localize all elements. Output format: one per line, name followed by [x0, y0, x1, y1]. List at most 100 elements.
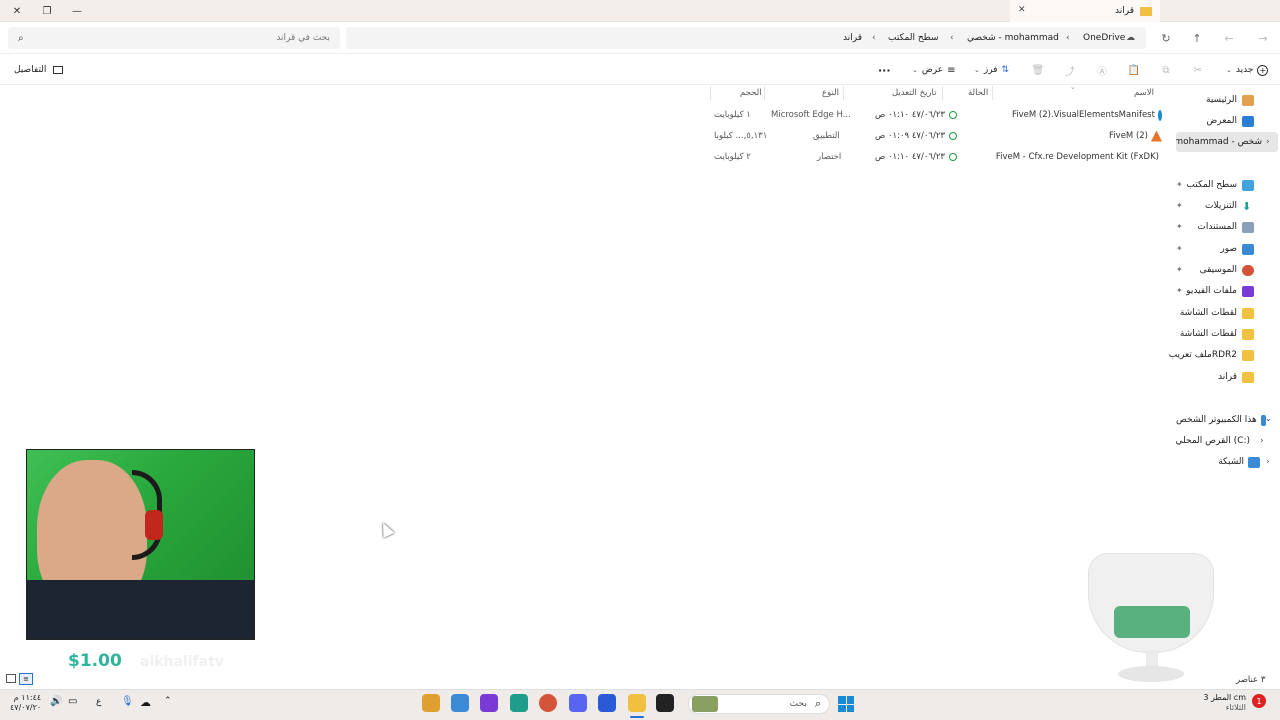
minimize-window-button[interactable]: — — [62, 0, 92, 22]
sidebar-item-pictures[interactable]: صور — [1094, 240, 1254, 258]
display-icon[interactable]: ▭ — [68, 696, 77, 707]
breadcrumb-item[interactable]: قراند — [843, 27, 862, 49]
forward-arrow-icon[interactable]: → — [1252, 27, 1274, 49]
chevron-left-icon: ‹ — [872, 33, 876, 43]
sidebar-item-local-disk[interactable]: القرص المحلي (C:) — [1176, 432, 1254, 450]
share-icon[interactable]: ⤴ — [1062, 62, 1078, 78]
sidebar-item-documents[interactable]: المستندات — [1094, 218, 1254, 236]
file-modified: ٤٧/٠٦/٢٣ ٠١:١٠ ص — [875, 110, 945, 120]
taskbar-app-icon[interactable] — [510, 694, 528, 712]
pin-icon[interactable]: ✦ — [1176, 201, 1186, 210]
sidebar-item-this-pc[interactable]: هذا الكمبيوتر الشخص — [1176, 411, 1266, 429]
notification-badge[interactable]: 1 — [1252, 694, 1266, 708]
chevron-left-icon: ‹ — [1066, 33, 1070, 43]
list-view-icon[interactable]: ≡ — [19, 673, 33, 685]
sort-button[interactable]: ⌄ فرز ⇅ — [974, 62, 1009, 78]
copy-icon[interactable]: ⧉ — [1158, 62, 1174, 78]
pin-icon[interactable]: ✦ — [1176, 180, 1186, 189]
discord-icon[interactable] — [569, 694, 587, 712]
download-icon: ⬇ — [1242, 199, 1252, 213]
delete-icon[interactable]: 🗑 — [1030, 62, 1046, 78]
column-header-size[interactable]: الحجم — [740, 86, 762, 100]
table-row[interactable]: FiveM - Cfx.re Development Kit (FxDK) ٤٧… — [710, 147, 1162, 167]
folder-icon — [1242, 328, 1254, 340]
sidebar-item-videos[interactable]: ملفات الفيديو — [1094, 282, 1254, 300]
start-button[interactable] — [838, 696, 854, 712]
expand-chevron-icon[interactable]: › — [1266, 457, 1270, 467]
pin-icon[interactable]: ✦ — [1176, 222, 1186, 231]
sidebar-item-screenshots[interactable]: لقطات الشاشة — [1094, 304, 1254, 322]
expand-chevron-icon[interactable]: › — [1266, 137, 1270, 147]
language-indicator[interactable]: ع — [96, 697, 101, 707]
sidebar-item-music[interactable]: الموسيقى — [1094, 261, 1254, 279]
collapse-chevron-icon[interactable]: ⌄ — [1265, 414, 1272, 423]
column-header-modified[interactable]: تاريخ التعديل — [892, 86, 937, 100]
more-options-button[interactable]: ··· — [878, 62, 891, 78]
up-arrow-icon[interactable]: ↑ — [1186, 27, 1208, 49]
webcam-overlay — [26, 449, 255, 640]
chrome-icon[interactable] — [539, 694, 557, 712]
sidebar-item-grand[interactable]: قراند — [1094, 368, 1254, 386]
column-header-name[interactable]: الاسم — [1134, 86, 1154, 100]
pin-icon[interactable]: ✦ — [1176, 286, 1186, 295]
microphone-icon[interactable]: 🎙 — [121, 696, 134, 707]
new-button[interactable]: ⌄ جديد + — [1226, 62, 1269, 78]
folder-icon — [1242, 371, 1254, 383]
refresh-icon[interactable]: ↻ — [1155, 27, 1177, 49]
details-pane-icon — [53, 66, 64, 74]
volume-icon[interactable]: 🔊 — [50, 696, 62, 707]
clock[interactable]: ١١:٤٤ م ٤٧/٠٧/٢٠ — [10, 693, 41, 713]
view-button[interactable]: ⌄ عرض ≡ — [912, 62, 955, 78]
table-row[interactable]: FiveM (2) ٤٧/٠٦/٢٣ ٠١:٠٩ ص التطبيق ٥,١٣١… — [710, 126, 1162, 146]
search-input[interactable]: ⌕ بحث في قراند — [8, 27, 340, 49]
video-icon — [1242, 285, 1254, 297]
weather-widget[interactable]: المطر 3 cm الثلاثاء — [1186, 693, 1246, 713]
sidebar-item-desktop[interactable]: سطح المكتب — [1094, 176, 1254, 194]
tab-active[interactable]: ✕ قراند — [1010, 0, 1160, 22]
pin-icon[interactable]: ✦ — [1176, 265, 1186, 274]
folder-icon — [1140, 6, 1152, 16]
close-tab-icon[interactable]: ✕ — [1018, 5, 1026, 15]
close-window-button[interactable]: ✕ — [2, 0, 32, 22]
sidebar-item-network[interactable]: الشبكة — [1176, 453, 1260, 471]
rename-icon[interactable]: Ⓐ — [1094, 62, 1110, 78]
details-button[interactable]: التفاصيل — [14, 62, 64, 78]
breadcrumb-item[interactable]: OneDrive — [1083, 27, 1125, 49]
breadcrumb-item[interactable]: سطح المكتب — [888, 27, 939, 49]
column-header-status[interactable]: الحالة — [968, 86, 988, 100]
breadcrumb-item[interactable]: شخصي - mohammad — [967, 27, 1059, 49]
paste-icon[interactable]: 📋 — [1126, 62, 1142, 78]
restore-window-button[interactable]: ❐ — [32, 0, 62, 22]
back-arrow-icon[interactable]: ← — [1218, 27, 1240, 49]
file-size: ٥,١٣١,... كيلوبا — [714, 131, 768, 141]
search-icon: ⌕ — [814, 697, 821, 710]
pictures-icon — [1242, 243, 1254, 255]
terminal-icon[interactable] — [656, 694, 674, 712]
details-view-icon[interactable] — [6, 674, 16, 683]
glass-contents — [1114, 606, 1190, 638]
table-row[interactable]: FiveM (2).VisualElementsManifest ٤٧/٠٦/٢… — [710, 105, 1162, 125]
sidebar-item-screenshots-2[interactable]: لقطات الشاشة — [1094, 325, 1254, 343]
folder-icon — [1242, 349, 1254, 361]
onedrive-tray-icon[interactable]: ☁ — [140, 696, 151, 709]
item-count: ٣ عناصر — [1236, 675, 1266, 685]
cut-icon[interactable]: ✂ — [1190, 62, 1206, 78]
taskbar-app-icon[interactable] — [451, 694, 469, 712]
mouse-cursor-icon — [377, 520, 395, 538]
pin-icon[interactable]: ✦ — [1176, 244, 1186, 253]
file-explorer-icon[interactable] — [628, 694, 646, 712]
sidebar-item-rdr2[interactable]: ملف تعريبRDR2 — [1094, 346, 1254, 364]
synced-check-icon — [948, 132, 957, 140]
sidebar-item-downloads[interactable]: التنزيلات ⬇ — [1094, 197, 1254, 215]
taskbar-app-icon[interactable] — [422, 694, 440, 712]
search-icon: ⌕ — [18, 32, 24, 44]
chevron-left-icon: ‹ — [950, 33, 954, 43]
column-header-type[interactable]: النوع — [822, 86, 839, 100]
synced-check-icon — [948, 111, 957, 119]
file-type: اختصار — [817, 152, 842, 162]
file-size: ١ كيلوبايت — [714, 110, 751, 120]
store-icon[interactable] — [598, 694, 616, 712]
chevron-up-icon[interactable]: ⌃ — [164, 696, 172, 706]
expand-chevron-icon[interactable]: › — [1260, 436, 1264, 446]
taskbar-app-icon[interactable] — [480, 694, 498, 712]
